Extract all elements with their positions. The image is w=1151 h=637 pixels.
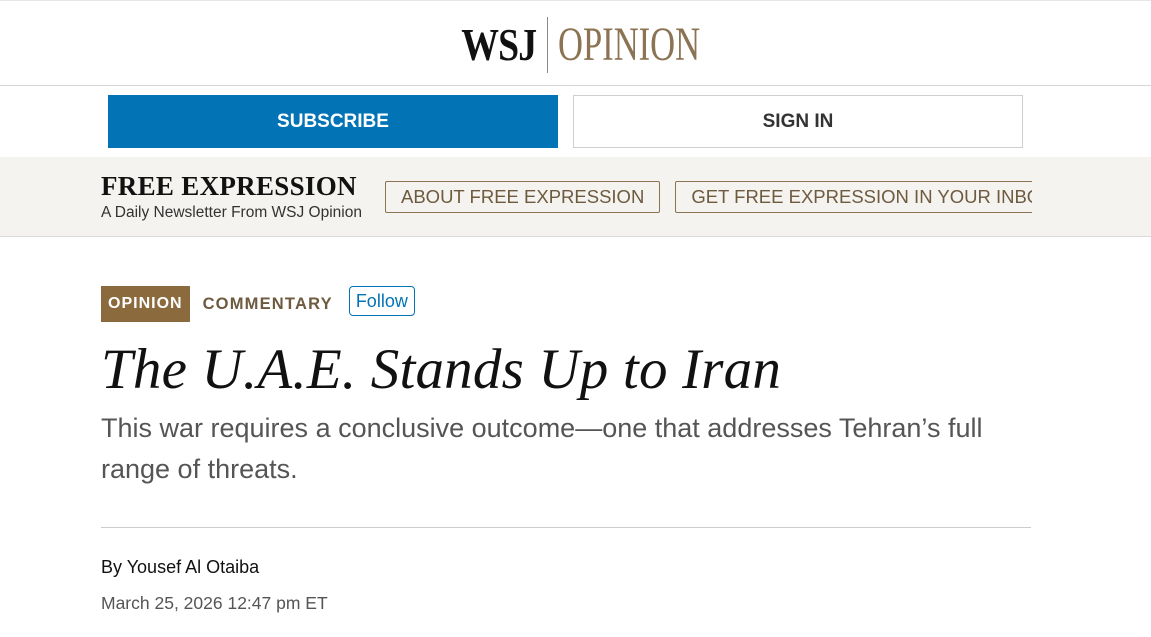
byline: By Yousef Al Otaiba	[101, 557, 259, 578]
author-link[interactable]: Yousef Al Otaiba	[127, 557, 259, 577]
byline-prefix: By	[101, 557, 127, 577]
sign-in-button[interactable]: SIGN IN	[573, 95, 1023, 148]
get-in-inbox-link[interactable]: GET FREE EXPRESSION IN YOUR INBOX	[675, 181, 1032, 213]
section-label-commentary[interactable]: COMMENTARY	[203, 295, 333, 314]
article-headline: The U.A.E. Stands Up to Iran	[101, 338, 782, 401]
logo-divider	[546, 17, 548, 73]
newsletter-subtitle: A Daily Newsletter From WSJ Opinion	[101, 204, 362, 221]
masthead: WSJ OPINION	[0, 0, 1151, 86]
newsletter-links: ABOUT FREE EXPRESSION GET FREE EXPRESSIO…	[385, 181, 1032, 213]
opinion-badge: OPINION	[101, 286, 190, 322]
auth-row: SUBSCRIBE SIGN IN	[108, 95, 1023, 148]
follow-button[interactable]: Follow	[348, 286, 415, 316]
newsletter-banner: FREE EXPRESSION A Daily Newsletter From …	[0, 157, 1151, 237]
article-dek: This war requires a conclusive outcome—o…	[101, 413, 983, 484]
divider	[101, 527, 1031, 528]
subscribe-button[interactable]: SUBSCRIBE	[108, 95, 558, 148]
newsletter-title[interactable]: FREE EXPRESSION	[101, 171, 357, 202]
article-header: OPINION COMMENTARY Follow The U.A.E. Sta…	[101, 286, 1031, 490]
wsj-opinion-logo[interactable]: WSJ OPINION	[0, 15, 1151, 75]
publish-timestamp: March 25, 2026 12:47 pm ET	[101, 593, 328, 613]
logo-opinion: OPINION	[557, 18, 700, 71]
logo-wsj: WSJ	[461, 19, 537, 70]
article-flag-row: OPINION COMMENTARY Follow	[101, 286, 1031, 322]
about-free-expression-link[interactable]: ABOUT FREE EXPRESSION	[385, 181, 661, 213]
